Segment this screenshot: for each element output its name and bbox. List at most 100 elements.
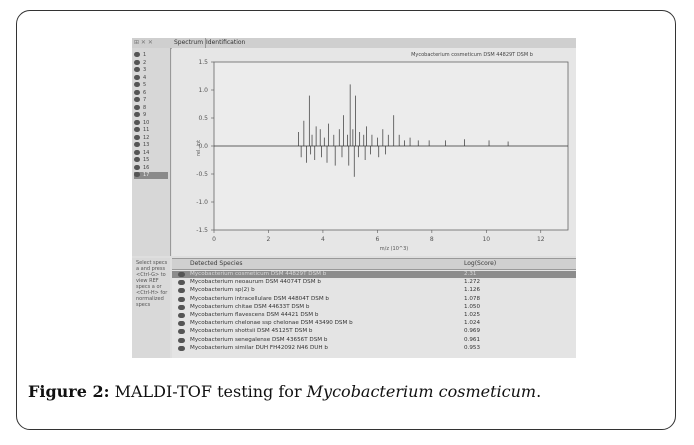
spectrum-icon [134, 119, 140, 125]
spectrum-icon [178, 272, 185, 277]
sample-number: 8 [143, 104, 147, 111]
sample-list-item[interactable]: 5 [134, 82, 168, 89]
spectrum-icon [178, 321, 185, 327]
result-score: 1.126 [464, 287, 481, 294]
x-tick-label: 8 [430, 236, 434, 243]
sample-number: 11 [143, 127, 150, 133]
sample-list-item[interactable]: 4 [134, 74, 168, 82]
result-score: 1.050 [464, 303, 481, 310]
result-score: 1.024 [464, 320, 481, 327]
sample-list-item[interactable]: 12 [134, 134, 168, 142]
x-tick-label: 2 [267, 236, 271, 243]
caption-label: Figure 2: [28, 382, 110, 401]
sample-list-item[interactable]: 14 [134, 149, 168, 157]
tab-spectrum[interactable]: Spectrum [172, 38, 207, 48]
sample-list-item[interactable]: 9 [134, 112, 168, 119]
spectrum-icon [134, 104, 140, 110]
result-species: Mycobacterium flavescens DSM 44421 DSM b [190, 312, 319, 318]
sample-number: 1 [143, 52, 147, 58]
spectrum-icon [134, 142, 140, 147]
sample-number: 6 [143, 89, 147, 96]
spectrum-icon [134, 112, 140, 117]
spectrum-icon [178, 280, 185, 286]
sample-number: 13 [143, 142, 150, 148]
y-tick-label: 0.5 [198, 115, 208, 122]
software-screenshot-photo: ⊞ ✕ ✕ Spectrum Identification 1234567891… [132, 38, 576, 358]
y-tick-label: 1.0 [198, 87, 208, 94]
sample-number: 3 [143, 67, 147, 73]
sample-list-item[interactable]: 16 [134, 164, 168, 172]
sample-list: 1 2 3 4 5 6 7 8 9 10 11 12 13 14 15 16 17 [132, 48, 171, 256]
sample-list-item[interactable]: 10 [134, 119, 168, 127]
result-score: 1.272 [464, 279, 481, 286]
sample-list-item[interactable]: 13 [134, 142, 168, 149]
spectrum-title: Mycobacterium cosmeticum DSM 44829T DSM … [411, 52, 533, 58]
caption-end: . [536, 382, 542, 401]
result-row[interactable]: Mycobacterium flavescens DSM 44421 DSM b… [172, 312, 576, 319]
spectrum-icon [178, 288, 185, 294]
spectrum-icon [134, 74, 140, 80]
spectrum-icon [178, 337, 185, 343]
sample-number: 7 [143, 97, 147, 103]
tab-identification[interactable]: Identification [204, 38, 247, 48]
caption-text: MALDI-TOF testing for [109, 382, 307, 401]
spectrum-icon [134, 89, 140, 95]
sample-list-item[interactable]: 17 [134, 172, 168, 179]
sample-list-item[interactable]: 1 [134, 52, 168, 59]
spectrum-icon [178, 345, 185, 351]
spectrum-icon [134, 134, 140, 140]
sample-number: 12 [143, 134, 150, 141]
result-score: 1.078 [464, 295, 481, 302]
result-species: Mycobacterium senegalense DSM 43656T DSM… [190, 336, 328, 343]
sample-number: 17 [143, 172, 150, 178]
sample-number: 5 [143, 82, 147, 88]
header-species[interactable]: Detected Species [190, 259, 243, 269]
y-tick-label: 0.0 [198, 143, 208, 150]
sample-list-item[interactable]: 3 [134, 67, 168, 74]
x-tick-label: 6 [375, 236, 379, 243]
figure-caption: Figure 2: MALDI-TOF testing for Mycobact… [28, 382, 658, 401]
sample-list-item[interactable]: 2 [134, 59, 168, 67]
y-tick-label: -1.0 [196, 199, 208, 206]
result-score: 2.31 [464, 271, 477, 277]
y-tick-label: 1.5 [198, 59, 208, 66]
y-tick-label: -1.5 [196, 227, 208, 234]
sample-number: 15 [143, 157, 150, 163]
results-table: Detected Species Log(Score) Mycobacteriu… [172, 258, 576, 358]
result-score: 1.025 [464, 312, 481, 318]
sample-list-item[interactable]: 6 [134, 89, 168, 97]
spectrum-icon [134, 59, 140, 65]
result-species: Mycobacterium similar DUH FH42092 N46 DU… [190, 344, 328, 351]
spectrum-icon [134, 82, 140, 87]
result-score: 0.961 [464, 336, 481, 343]
result-species: Mycobacterium chelonae ssp chelonae DSM … [190, 320, 353, 327]
result-row[interactable]: Mycobacterium sp(2) b 1.126 [172, 287, 576, 294]
y-tick-label: -0.5 [196, 171, 208, 178]
result-row[interactable]: Mycobacterium similar DUH FH42092 N46 DU… [172, 345, 576, 352]
window-controls[interactable]: ⊞ ✕ ✕ [134, 38, 153, 48]
spectrum-icon [178, 329, 185, 335]
sample-number: 10 [143, 119, 150, 126]
result-row[interactable]: Mycobacterium cosmeticum DSM 44829T DSM … [172, 271, 576, 278]
sample-list-item[interactable]: 7 [134, 97, 168, 104]
result-row[interactable]: Mycobacterium chitae DSM 44633T DSM b 1.0… [172, 304, 576, 311]
spectrum-icon [134, 67, 140, 72]
sample-list-item[interactable]: 11 [134, 127, 168, 134]
spectrum-icon [134, 164, 140, 170]
spectrum-icon [178, 304, 185, 310]
result-row[interactable]: Mycobacterium intracellulare DSM 44804T … [172, 296, 576, 303]
side-help-text: Select specs a and press <Ctrl-G> to vie… [132, 258, 170, 358]
sample-number: 4 [143, 74, 147, 81]
result-row[interactable]: Mycobacterium shottsii DSM 45125T DSM b 0… [172, 328, 576, 335]
result-row[interactable]: Mycobacterium senegalense DSM 43656T DSM… [172, 337, 576, 344]
header-score[interactable]: Log(Score) [464, 259, 496, 269]
spectrum-icon [134, 149, 140, 155]
sample-list-item[interactable]: 8 [134, 104, 168, 112]
sample-number: 16 [143, 164, 150, 171]
result-row[interactable]: Mycobacterium chelonae ssp chelonae DSM … [172, 320, 576, 327]
spectrum-icon [178, 313, 185, 318]
spectrum-plot: Mycobacterium cosmeticum DSM 44829T DSM … [172, 48, 576, 256]
result-row[interactable]: Mycobacterium neoaurum DSM 44074T DSM b 1… [172, 279, 576, 286]
sample-list-item[interactable]: 15 [134, 157, 168, 164]
x-tick-label: 10 [482, 236, 490, 243]
